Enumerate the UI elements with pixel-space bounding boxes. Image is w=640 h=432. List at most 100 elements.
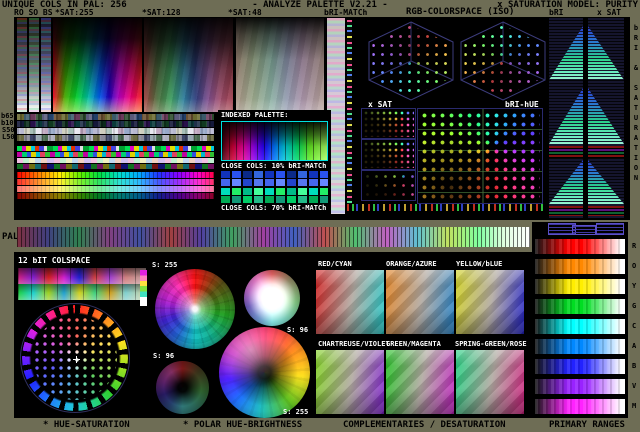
xsat-accent-rows — [588, 146, 624, 158]
primary-range-bar-m — [535, 399, 625, 414]
bri-hue-scatter-plot — [417, 108, 543, 204]
comp-gradient-orange-azure — [386, 270, 454, 334]
rgb-cube-right — [458, 20, 548, 102]
mesh-sat-255 — [53, 18, 142, 112]
wireframe-box-2 — [572, 225, 596, 235]
sat48-label: *SAT:48 — [228, 8, 262, 17]
xsat-column-label: x SAT — [597, 8, 622, 17]
comp-label-orange-azure: ORANGE/AZURE — [386, 260, 437, 268]
bri-histogram-column — [549, 18, 583, 218]
spectrum-row-3 — [17, 186, 214, 192]
colspace12-row-2 — [18, 284, 146, 300]
strip-b10 — [17, 121, 214, 127]
hue-sorted-row-3 — [17, 158, 214, 163]
close-cols-blue-row-2 — [221, 179, 328, 186]
footer-primary-ranges: PRIMARY RANGES — [549, 420, 625, 430]
footer-hue-saturation: * HUE-SATURATION — [43, 420, 130, 430]
rgb-cube-left — [366, 20, 456, 102]
xsat-bars-group-1 — [588, 26, 624, 80]
sample-dot-column — [347, 20, 352, 205]
hue-saturation-wheel — [20, 303, 130, 413]
indexed-palette-title: INDEXED PALETTE: — [221, 111, 289, 119]
pal-label: PAL — [2, 232, 19, 242]
sorted-strip-r — [17, 18, 27, 112]
wheel-center-cross — [73, 356, 80, 363]
primary-range-bar-y — [535, 279, 625, 294]
bri-saturation-sidebar-label: bRI & SATURATION — [632, 24, 640, 184]
spectrum-row-4 — [17, 193, 214, 199]
hue-sorted-row-4 — [17, 164, 214, 169]
mesh-sat-48 — [236, 18, 324, 112]
palette-line-strip — [17, 227, 530, 247]
comp-label-yellow-blue: YELLOW/bLUE — [456, 260, 503, 268]
polar-s96-label-1: S: 96 — [287, 326, 309, 334]
bri-match-label: bRI-MATCh — [324, 8, 368, 17]
close-cols-70-label: CLOSE COLS: 70% bRI-MATCh — [221, 204, 327, 212]
rgb-colorspace-title: RGB-COLORSPACE (ISO) — [406, 7, 515, 17]
strip-b65 — [17, 114, 214, 120]
bri-bars-group-3 — [549, 160, 583, 204]
sorted-strip-b — [41, 18, 51, 112]
bri-accent-rows-bottom — [549, 206, 583, 216]
primary-range-bar-a — [535, 339, 625, 354]
analyze-palette-app: UNIQUE COLS IN PAL: 256 - ANALYZE PALETT… — [0, 0, 640, 432]
strip-s50 — [17, 128, 214, 134]
sat128-label: *SAT:128 — [142, 8, 181, 17]
primary-range-bar-r — [535, 239, 625, 254]
xsat-histogram-column — [588, 18, 624, 218]
mini-scatter-dots — [363, 110, 414, 137]
scatter-tick-strip — [347, 204, 543, 211]
comp-gradient-spring-green-rose — [456, 350, 524, 414]
bri-column-label: bRI — [549, 8, 564, 17]
primary-letter-b: B — [632, 362, 637, 370]
polar-wheel-s255-dark-core — [219, 327, 310, 418]
bri-bars-group-1 — [549, 26, 583, 80]
primary-range-bar-c — [535, 319, 625, 334]
close-cols-10-label: CLOSE COLS: 10% bRI-MATCh — [221, 162, 327, 170]
close-cols-blue-row-1 — [221, 171, 328, 178]
primary-range-bar-v — [535, 379, 625, 394]
primary-letter-o: O — [632, 262, 637, 270]
mini-scatter-dots — [363, 172, 414, 199]
spectrum-row-2 — [17, 179, 214, 185]
app-title: - ANALYZE PALETTE V2.21 - — [252, 0, 388, 10]
wireframe-box-3 — [596, 223, 624, 235]
comp-gradient-green-magenta — [386, 350, 454, 414]
sort-strips-label: RO SO BS — [14, 8, 53, 17]
primary-letter-m: M — [632, 402, 637, 410]
footer-complementaries: COMPLEMENTARIES / DESATURATION — [343, 420, 506, 430]
primary-letter-g: G — [632, 302, 637, 310]
l50-label: L50 — [2, 133, 15, 141]
primary-range-bar-g — [535, 299, 625, 314]
hue-sorted-row-2 — [17, 152, 214, 157]
polar-s96-label-2: S: 96 — [153, 352, 175, 360]
hue-sorted-row-1 — [17, 146, 214, 151]
xsat-mini-plot-1 — [361, 108, 416, 139]
primary-range-bar-b — [535, 359, 625, 374]
indexed-palette-grid-border — [221, 121, 328, 161]
close-cols-green-row-1 — [221, 188, 328, 195]
footer-polar-hue-brightness: * POLAR HUE-BRIGHTNESS — [183, 420, 303, 430]
polar-wheel-s96-dark — [156, 361, 209, 414]
polar-wheel-s96-pale — [244, 270, 300, 326]
sorted-strip-s — [29, 18, 39, 112]
bri-accent-rows — [549, 146, 583, 158]
primary-letter-v: V — [632, 382, 637, 390]
sat255-label: *SAT:255 — [55, 8, 94, 17]
comp-label-red-cyan: RED/CYAN — [318, 260, 352, 268]
comp-gradient-chartreuse-violet — [316, 350, 384, 414]
strip-l50 — [17, 135, 214, 141]
colspace12-title: 12 bIT COLSPACE — [18, 256, 91, 265]
polar-s255-label-2: S: 255 — [283, 408, 309, 416]
xsat-mini-plot-2 — [361, 139, 416, 170]
polar-wheel-s255-bright — [155, 269, 235, 349]
xsat-accent-rows-bottom — [588, 206, 624, 216]
comp-label-green-magenta: GREEN/MAGENTA — [386, 340, 441, 348]
indexed-palette-panel: INDEXED PALETTE: CLOSE COLS: 10% bRI-MAT… — [218, 110, 331, 218]
comp-gradient-yellow-blue — [456, 270, 524, 334]
indexed-palette-grid — [222, 122, 327, 160]
primary-letter-a: A — [632, 342, 637, 350]
scatter-markers — [420, 111, 540, 201]
primary-letter-r: R — [632, 242, 637, 250]
close-cols-green-row-2 — [221, 196, 328, 203]
